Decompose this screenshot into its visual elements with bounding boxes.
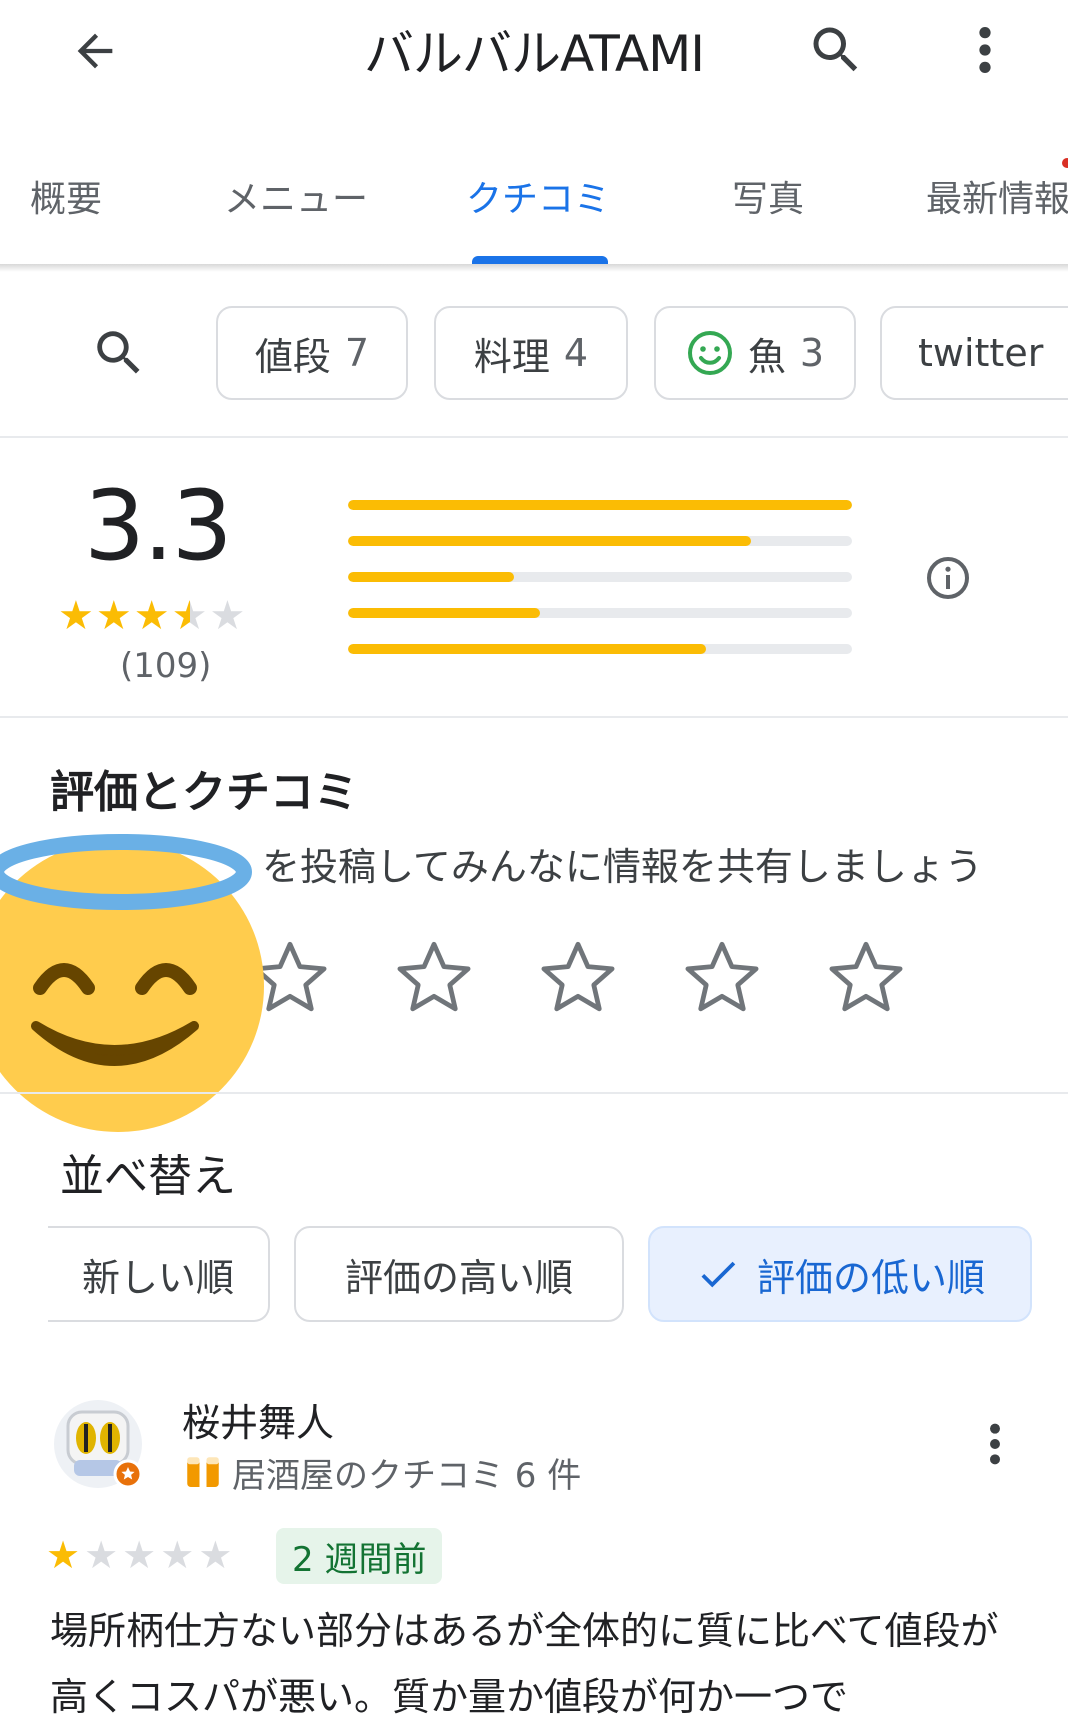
tab-reviews[interactable]: クチコミ — [466, 170, 610, 222]
divider — [0, 436, 1068, 438]
star-icon: ★ — [122, 1533, 157, 1577]
rating-bar-fill — [348, 608, 540, 618]
divider — [0, 716, 1068, 718]
star-icon: ★ — [160, 1533, 195, 1577]
search-icon — [813, 27, 858, 72]
tabs-shadow — [0, 264, 1068, 272]
more-options-button[interactable] — [950, 14, 1020, 86]
rating-bar-3 — [348, 572, 852, 582]
tab-menu[interactable]: メニュー — [224, 170, 368, 222]
rating-bar-4 — [348, 536, 852, 546]
sort-title: 並べ替え — [60, 1151, 236, 1202]
rate-star-2[interactable] — [362, 934, 506, 1022]
beer-icon — [187, 1456, 219, 1487]
angel-emoji-icon — [0, 834, 264, 1132]
app-bar: バルバルATAMI — [0, 0, 1068, 100]
star-outline-icon — [397, 941, 471, 1012]
star-icon: ★ — [58, 593, 94, 639]
tab-updates[interactable]: 最新情報 — [926, 170, 1068, 222]
sort-option-label: 評価の低い順 — [756, 1255, 985, 1300]
star-outline-icon — [829, 941, 903, 1012]
chip-count: 4 — [563, 331, 589, 375]
chip-twitter[interactable]: twitter — [880, 306, 1068, 400]
rate-star-3[interactable] — [506, 934, 650, 1022]
search-reviews-button[interactable] — [84, 318, 154, 388]
star-icon: ★ — [84, 1533, 119, 1577]
review-time-badge: 2 週間前 — [276, 1528, 443, 1584]
chip-count: 7 — [344, 331, 370, 375]
star-icon: ★ — [95, 593, 132, 639]
page-title: バルバルATAMI — [363, 25, 705, 83]
star-icon: ★ — [46, 1533, 81, 1577]
review-count: (109) — [120, 646, 212, 686]
rate-star-4[interactable] — [650, 934, 794, 1022]
star-icon: ★ — [133, 593, 170, 639]
search-button[interactable] — [800, 14, 872, 86]
rate-stars — [218, 934, 938, 1022]
rating-bar-1 — [348, 644, 852, 654]
maps-place-reviews-screen: バルバルATAMI 概要 メニュー クチコミ 写真 最新情報 値段 7 料理 4 魚… — [0, 0, 1068, 1722]
chip-fish[interactable]: 魚3 — [654, 306, 856, 400]
updates-notification-dot — [1062, 158, 1068, 168]
section-title: 評価とクチコミ — [50, 767, 358, 818]
sort-option-label: 評価の高い順 — [344, 1255, 573, 1300]
review-stars: ★ ★ ★ ★ ★ — [46, 1536, 232, 1574]
star-outline-icon — [541, 941, 615, 1012]
star-icon: ★ — [209, 593, 246, 639]
rating-bar-fill — [348, 644, 706, 654]
chip-count: 3 — [799, 331, 825, 375]
rating-bar-fill — [348, 572, 515, 582]
chip-label: 魚 — [747, 334, 786, 379]
chip-food[interactable]: 料理 4 — [434, 306, 628, 400]
review-author-name[interactable]: 桜井舞人 — [182, 1392, 334, 1447]
review-author-meta: 居酒屋のクチコミ 6 件 — [182, 1448, 581, 1497]
rating-bar-fill — [348, 500, 852, 510]
sort-highest-button[interactable]: 評価の高い順 — [294, 1226, 624, 1322]
rating-bar-5 — [348, 500, 852, 510]
average-stars: ★ ★ ★ ★ ★ — [58, 596, 245, 636]
avatar[interactable] — [52, 1398, 144, 1490]
review-topic-chips: 値段 7 料理 4 魚3 twitter — [0, 300, 1068, 402]
average-rating: 3.3 — [84, 470, 233, 582]
review-prompt: を投稿してみんなに情報を共有しましょう — [262, 845, 983, 889]
sort-newest-button[interactable]: 新しい順 — [48, 1226, 270, 1322]
sort-option-label: 新しい順 — [81, 1255, 234, 1300]
sort-lowest-button[interactable]: 評価の低い順 — [648, 1226, 1032, 1322]
check-icon — [701, 1261, 736, 1288]
review-more-button[interactable] — [970, 1414, 1020, 1474]
info-icon — [927, 557, 969, 599]
chip-price[interactable]: 値段 7 — [216, 306, 408, 400]
more-vert-icon — [990, 1423, 1000, 1465]
divider — [0, 1092, 1068, 1094]
chip-label: 値段 — [254, 334, 331, 379]
chip-label: 料理 — [473, 334, 550, 379]
tab-overview[interactable]: 概要 — [30, 170, 102, 222]
rating-info-button[interactable] — [924, 554, 972, 602]
tab-photos[interactable]: 写真 — [732, 170, 804, 222]
rating-bar-2 — [348, 608, 852, 618]
search-icon — [97, 331, 140, 374]
star-half-icon: ★ — [171, 593, 208, 639]
more-vert-icon — [979, 27, 991, 73]
place-tabs: 概要 メニュー クチコミ 写真 最新情報 — [0, 150, 1068, 266]
chip-label: twitter — [918, 331, 1044, 375]
star-icon: ★ — [198, 1533, 233, 1577]
review-author-stats: 居酒屋のクチコミ 6 件 — [232, 1456, 582, 1496]
star-outline-icon — [685, 941, 759, 1012]
smile-icon — [687, 331, 732, 375]
rating-bar-fill — [348, 536, 752, 546]
review-text: 場所柄仕方ない部分はあるが全体的に質に比べて値段が高くコスパが悪い。質か量か値段… — [50, 1609, 999, 1719]
rate-star-5[interactable] — [794, 934, 938, 1022]
